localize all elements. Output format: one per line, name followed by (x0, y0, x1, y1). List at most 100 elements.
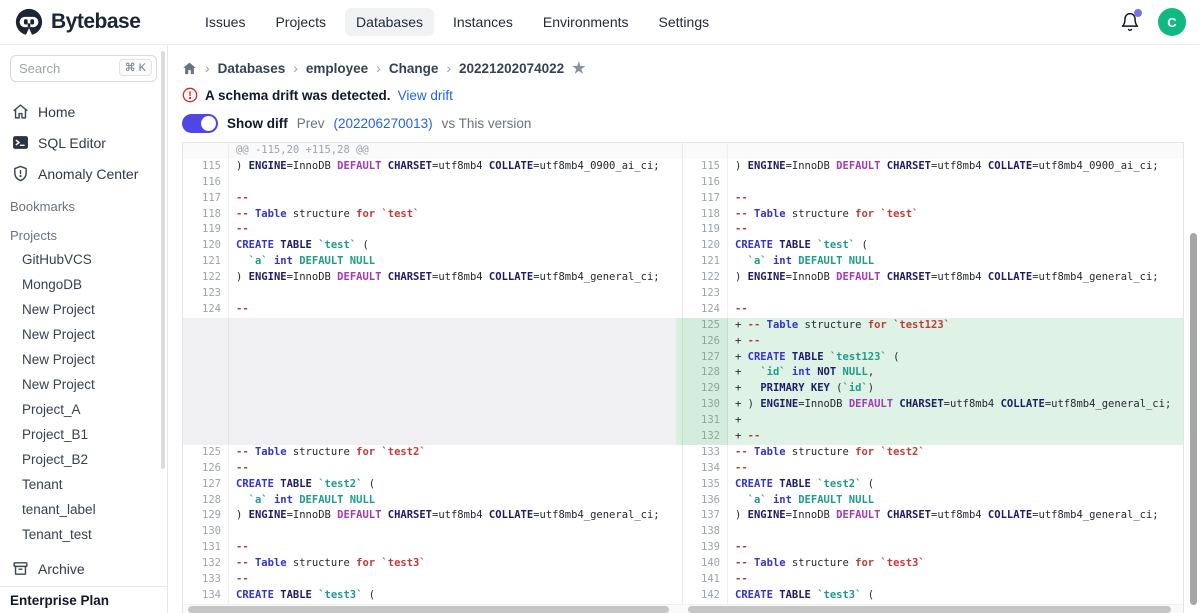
prev-version-link[interactable]: (202206270013) (334, 116, 433, 131)
diff-row: 123123 (183, 286, 1183, 302)
diff-row: 121 `a` int DEFAULT NULL121 `a` int DEFA… (183, 254, 1183, 270)
diff-row: 127+ CREATE TABLE `test123` ( (183, 350, 1183, 366)
nav-item-settings[interactable]: Settings (648, 8, 721, 36)
notification-bell-icon[interactable] (1120, 11, 1140, 33)
breadcrumb-separator (376, 60, 381, 76)
breadcrumb: Databases employee Change 20221202074022… (182, 59, 1200, 77)
main-nav: Issues Projects Databases Instances Envi… (194, 8, 720, 36)
avatar[interactable]: C (1158, 8, 1186, 36)
sidebar-project-tenant-test[interactable]: Tenant_test (0, 522, 167, 547)
home-breadcrumb-icon[interactable] (182, 61, 197, 76)
sql-editor-icon (12, 134, 29, 151)
sidebar: ⌘ K Home (0, 45, 168, 613)
diff-row: 126--134-- (183, 461, 1183, 477)
archive-icon (12, 560, 29, 577)
plan-label: Enterprise Plan (0, 586, 167, 613)
diff-rows: 115) ENGINE=InnoDB DEFAULT CHARSET=utf8m… (183, 159, 1183, 604)
top-navbar: Bytebase Issues Projects Databases Insta… (0, 0, 1200, 45)
brand[interactable]: Bytebase (14, 7, 180, 37)
nav-item-projects[interactable]: Projects (264, 8, 337, 36)
alert-message: A schema drift was detected. (205, 88, 391, 103)
diff-toolbar: Show diff Prev (202206270013) vs This ve… (182, 114, 1200, 133)
shield-alert-icon (12, 165, 29, 182)
diff-row: 125-- Table structure for `test2`133-- T… (183, 445, 1183, 461)
diff-row: 131--139-- (183, 540, 1183, 556)
diff-row: 115) ENGINE=InnoDB DEFAULT CHARSET=utf8m… (183, 159, 1183, 175)
schema-diff-viewer: @@ -115,20 +115,28 @@ 115) ENGINE=InnoDB… (182, 142, 1184, 613)
schema-drift-alert: A schema drift was detected. View drift (182, 87, 1200, 103)
nav-item-environments[interactable]: Environments (532, 8, 640, 36)
sidebar-project-new-project[interactable]: New Project (0, 322, 167, 347)
toggle-knob (201, 116, 216, 131)
hscroll-thumb[interactable] (688, 606, 1171, 613)
search-shortcut-badge: ⌘ K (119, 59, 152, 76)
right-pane-hscrollbar[interactable] (683, 605, 1185, 613)
sidebar-project-tenant-label[interactable]: tenant_label (0, 497, 167, 522)
page-vertical-scrollbar[interactable] (1190, 233, 1197, 605)
sidebar-item-label: SQL Editor (38, 135, 106, 151)
show-diff-toggle[interactable] (182, 114, 218, 133)
nav-item-instances[interactable]: Instances (442, 8, 524, 36)
alert-circle-icon (182, 87, 198, 103)
project-list: GitHubVCSMongoDBNew ProjectNew ProjectNe… (0, 247, 167, 551)
diff-row: 125+ -- Table structure for `test123` (183, 318, 1183, 334)
breadcrumb-databases[interactable]: Databases (218, 61, 286, 76)
sidebar-item-label: Home (38, 104, 75, 120)
diff-row: 124--124-- (183, 302, 1183, 318)
sidebar-item-home[interactable]: Home (0, 96, 167, 127)
sidebar-scroll-area: ⌘ K Home (0, 45, 167, 551)
sidebar-section-projects: Projects (0, 218, 167, 247)
prev-label: Prev (297, 116, 325, 131)
diff-row: 133--141-- (183, 572, 1183, 588)
bytebase-logo-icon (14, 7, 44, 37)
diff-row: 117--117-- (183, 191, 1183, 207)
sidebar-project-githubvcs[interactable]: GitHubVCS (0, 247, 167, 272)
diff-row: 128 `a` int DEFAULT NULL136 `a` int DEFA… (183, 493, 1183, 509)
sidebar-project-new-project[interactable]: New Project (0, 297, 167, 322)
breadcrumb-employee[interactable]: employee (306, 61, 368, 76)
show-diff-label: Show diff (227, 116, 288, 131)
sidebar-item-label: Archive (38, 561, 85, 577)
diff-row: 128+ `id` int NOT NULL, (183, 365, 1183, 381)
vs-label: vs This version (442, 116, 532, 131)
sidebar-item-archive[interactable]: Archive (0, 551, 167, 586)
breadcrumb-change[interactable]: Change (389, 61, 439, 76)
diff-row: 130138 (183, 524, 1183, 540)
breadcrumb-separator (446, 60, 451, 76)
diff-row: 130+ ) ENGINE=InnoDB DEFAULT CHARSET=utf… (183, 397, 1183, 413)
bookmark-star-icon[interactable]: ★ (572, 59, 585, 77)
sidebar-scrollbar[interactable] (161, 51, 165, 469)
search-box[interactable]: ⌘ K (10, 55, 157, 82)
diff-row: 118-- Table structure for `test`118-- Ta… (183, 207, 1183, 223)
search-input[interactable] (19, 61, 109, 76)
sidebar-section-bookmarks: Bookmarks (0, 189, 167, 218)
sidebar-project-project-b2[interactable]: Project_B2 (0, 447, 167, 472)
diff-row: 129) ENGINE=InnoDB DEFAULT CHARSET=utf8m… (183, 508, 1183, 524)
sidebar-item-label: Anomaly Center (38, 166, 138, 182)
sidebar-project-new-project[interactable]: New Project (0, 372, 167, 397)
sidebar-project-new-project[interactable]: New Project (0, 347, 167, 372)
sidebar-project-tenant[interactable]: Tenant (0, 472, 167, 497)
view-drift-link[interactable]: View drift (398, 88, 453, 103)
sidebar-project-project-a[interactable]: Project_A (0, 397, 167, 422)
nav-item-issues[interactable]: Issues (194, 8, 256, 36)
sidebar-item-sql-editor[interactable]: SQL Editor (0, 127, 167, 158)
brand-name: Bytebase (51, 10, 140, 34)
hscroll-thumb[interactable] (188, 606, 669, 613)
main-content: Databases employee Change 20221202074022… (168, 45, 1200, 613)
left-pane-hscrollbar[interactable] (183, 605, 683, 613)
app-root: Bytebase Issues Projects Databases Insta… (0, 0, 1200, 613)
hunk-header: @@ -115,20 +115,28 @@ (229, 143, 682, 159)
diff-hscroll-area (183, 604, 1183, 613)
diff-row: 129+ PRIMARY KEY (`id`) (183, 381, 1183, 397)
breadcrumb-separator (293, 60, 298, 76)
sidebar-project-mongodb[interactable]: MongoDB (0, 272, 167, 297)
home-icon (12, 103, 29, 120)
diff-row: 127CREATE TABLE `test2` (135CREATE TABLE… (183, 477, 1183, 493)
diff-row: 134CREATE TABLE `test3` (142CREATE TABLE… (183, 588, 1183, 604)
breadcrumb-version[interactable]: 20221202074022 (459, 61, 564, 76)
nav-item-databases[interactable]: Databases (345, 8, 434, 36)
diff-row: 116116 (183, 175, 1183, 191)
sidebar-project-project-b1[interactable]: Project_B1 (0, 422, 167, 447)
sidebar-item-anomaly-center[interactable]: Anomaly Center (0, 158, 167, 189)
